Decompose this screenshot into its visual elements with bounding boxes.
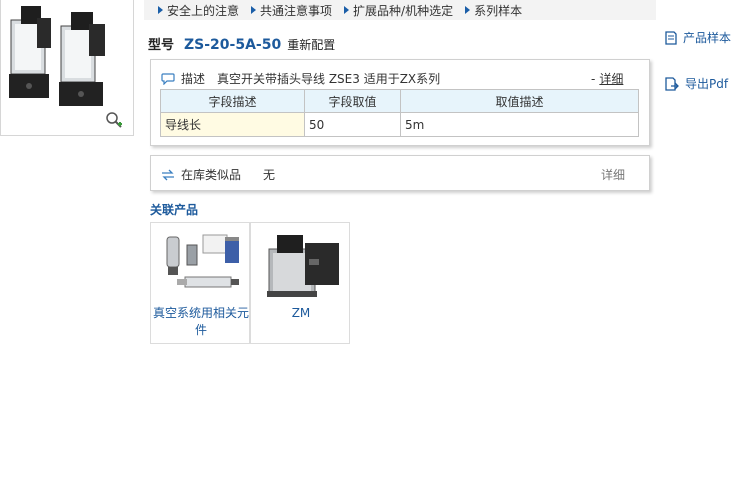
caret-right-icon — [344, 6, 350, 14]
column-header: 字段取值 — [304, 89, 401, 113]
export-pdf-link[interactable]: 导出Pdf — [665, 75, 728, 92]
related-product-label: ZM — [291, 306, 311, 320]
table-row: 导线长 50 5m — [160, 112, 639, 137]
nav-common-notes[interactable]: 共通注意事项 — [251, 2, 332, 19]
product-catalog-link[interactable]: 产品样本 — [665, 29, 731, 46]
description-header: 描述 真空开关带插头导线 ZSE3 适用于ZX系列 — [161, 70, 440, 87]
spec-table: 字段描述 字段取值 取值描述 导线长 50 5m — [160, 89, 639, 137]
nav-model-selection[interactable]: 扩展品种/机种选定 — [344, 2, 453, 19]
collapse-toggle[interactable]: - 详细 — [591, 70, 623, 87]
zoom-icon[interactable] — [105, 111, 123, 129]
model-code: ZS-20-5A-50 — [184, 37, 282, 53]
chat-bubble-icon — [161, 72, 175, 85]
table-header-row: 字段描述 字段取值 取值描述 — [160, 89, 639, 113]
nav-label: 共通注意事项 — [260, 3, 333, 18]
related-product-card[interactable]: 真空系统用相关元件 — [150, 222, 250, 344]
related-products-title: 关联产品 — [150, 203, 199, 217]
column-header: 字段描述 — [160, 89, 305, 113]
caret-right-icon — [158, 6, 163, 14]
related-product-card[interactable]: ZM — [250, 222, 350, 344]
field-name-cell: 导线长 — [160, 112, 305, 137]
related-product-label: 真空系统用相关元件 — [152, 306, 249, 337]
stock-value: 无 — [263, 168, 276, 182]
nav-label: 安全上的注意 — [167, 3, 240, 18]
export-document-icon — [665, 76, 679, 91]
vacuum-components-image — [166, 234, 239, 288]
swap-arrows-icon — [162, 169, 174, 180]
stock-row: 在库类似品 无 — [161, 166, 275, 183]
stock-label: 在库类似品 — [181, 168, 242, 182]
top-nav: 安全上的注意 共通注意事项 扩展品种/机种选定 系列样本 — [144, 0, 656, 20]
catalog-book-icon — [665, 30, 677, 45]
value-description-cell: 5m — [400, 112, 639, 137]
zm-ejector-image — [267, 235, 339, 297]
model-heading: 型号 ZS-20-5A-50 重新配置 — [148, 34, 335, 53]
stock-detail-link[interactable]: 详细 — [601, 166, 625, 183]
model-label: 型号 — [148, 38, 175, 53]
export-pdf-label: 导出Pdf — [685, 77, 729, 91]
nav-label: 系列样本 — [474, 3, 523, 18]
caret-right-icon — [465, 6, 471, 14]
column-header: 取值描述 — [400, 89, 639, 113]
detail-link[interactable]: 详细 — [599, 72, 623, 86]
description-title: 描述 — [181, 72, 206, 86]
collapse-prefix: - — [591, 72, 596, 86]
reconfigure-link[interactable]: 重新配置 — [287, 36, 335, 53]
field-value-cell: 50 — [304, 112, 401, 137]
caret-right-icon — [251, 6, 257, 14]
description-panel: 描述 真空开关带插头导线 ZSE3 适用于ZX系列 - 详细 字段描述 字段取值 … — [150, 59, 650, 146]
nav-label: 扩展品种/机种选定 — [353, 3, 454, 18]
nav-safety[interactable]: 安全上的注意 — [158, 2, 239, 19]
description-text: 真空开关带插头导线 ZSE3 适用于ZX系列 — [217, 72, 441, 86]
product-image[interactable] — [0, 0, 134, 136]
stock-panel: 在库类似品 无 详细 — [150, 155, 650, 191]
nav-series-catalog[interactable]: 系列样本 — [465, 2, 522, 19]
product-catalog-label: 产品样本 — [683, 31, 732, 45]
